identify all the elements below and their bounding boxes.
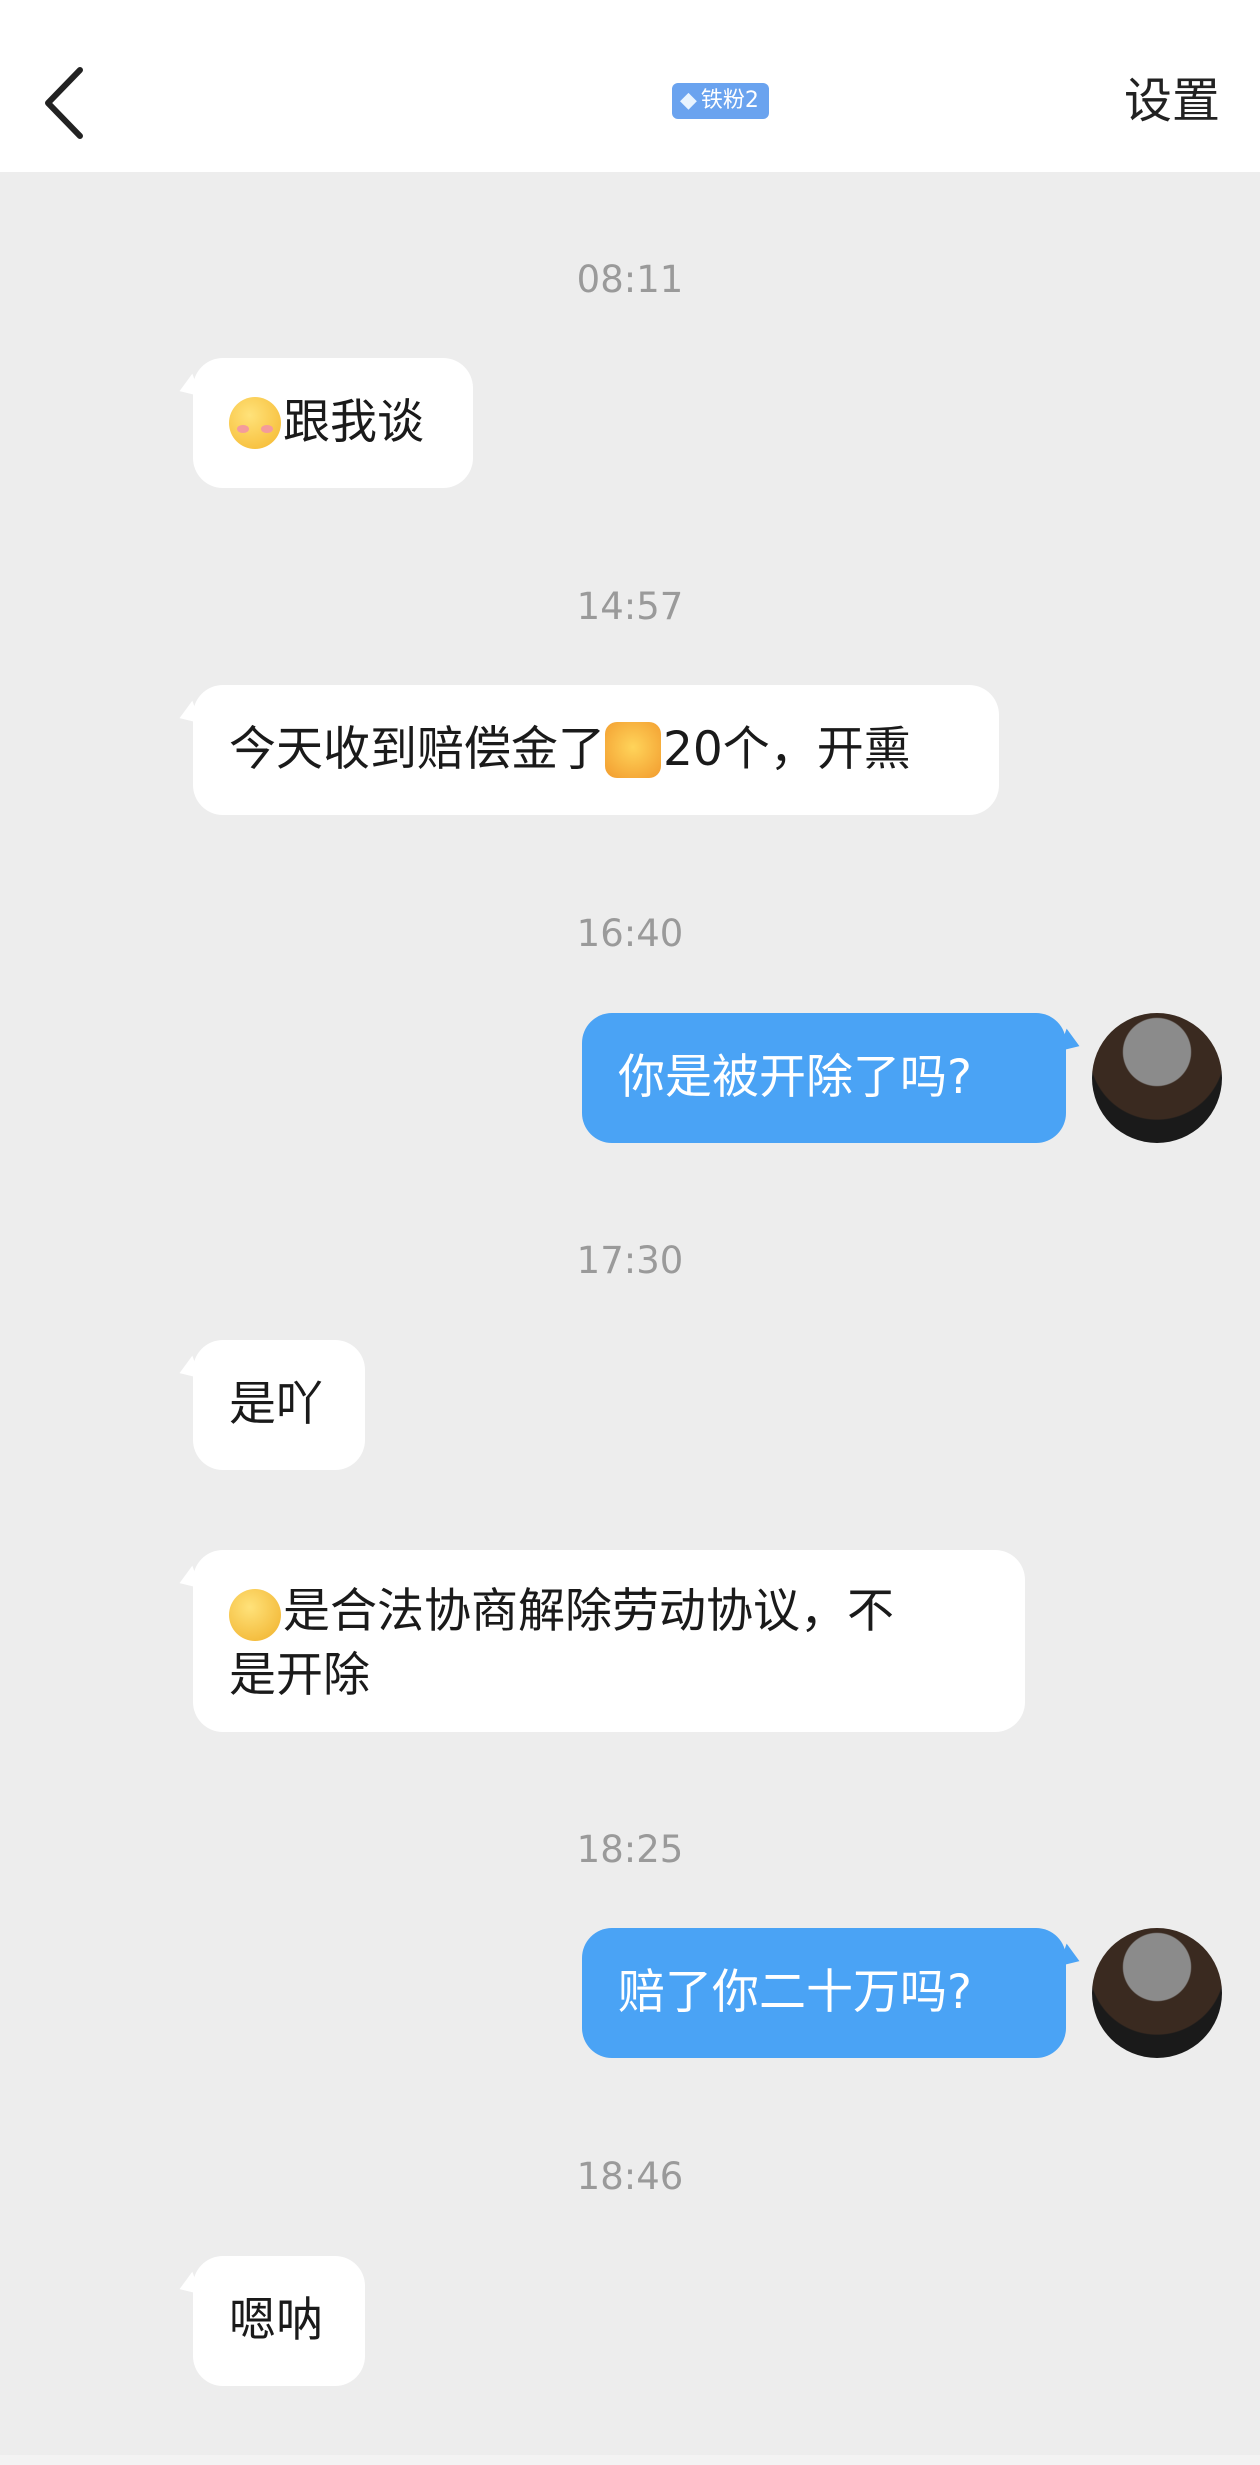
user-avatar[interactable] — [1092, 1928, 1222, 2058]
back-button[interactable] — [30, 58, 100, 148]
message-timestamp: 16:40 — [576, 912, 684, 955]
message-text: 赔了你二十万吗? — [618, 1965, 972, 2020]
message-text-line: 是合法协商解除劳动协议，不 — [229, 1580, 894, 1644]
incoming-message-bubble[interactable]: 是吖 — [193, 1340, 365, 1470]
diamond-icon: ◆ — [680, 88, 697, 113]
chat-header: ◆ 铁粉2 设置 — [0, 0, 1260, 172]
settings-button[interactable]: 设置 — [1124, 66, 1220, 136]
message-timestamp: 18:46 — [576, 2155, 684, 2198]
fan-badge-label: 铁粉2 — [700, 88, 759, 113]
message-text: 今天收到赔偿金了 — [229, 722, 605, 777]
incoming-message-bubble[interactable]: 跟我谈 — [193, 358, 473, 488]
message-timestamp: 18:25 — [576, 1828, 684, 1871]
message-text: 跟我谈 — [283, 395, 424, 450]
incoming-message-bubble[interactable]: 是合法协商解除劳动协议，不 是开除 — [193, 1550, 1025, 1732]
message-timestamp: 14:57 — [576, 585, 684, 628]
message-timestamp: 17:30 — [576, 1239, 684, 1282]
message-text: 你是被开除了吗? — [618, 1050, 972, 1105]
smile-blush-emoji-icon — [229, 397, 281, 449]
message-text: 嗯呐 — [229, 2293, 323, 2348]
fan-level-badge: ◆ 铁粉2 — [672, 83, 769, 119]
user-avatar[interactable] — [1092, 1013, 1222, 1143]
outgoing-message-bubble[interactable]: 你是被开除了吗? — [582, 1013, 1066, 1143]
incoming-message-bubble[interactable]: 今天收到赔偿金了 20个，开熏 — [193, 685, 999, 815]
chevron-left-icon — [45, 67, 83, 139]
cat-emoji-icon — [605, 722, 661, 778]
message-text: 20个，开熏 — [663, 722, 911, 777]
outgoing-message-bubble[interactable]: 赔了你二十万吗? — [582, 1928, 1066, 2058]
message-text: 是合法协商解除劳动协议，不 — [283, 1584, 894, 1639]
bottom-strip — [0, 2455, 1260, 2465]
thinking-emoji-icon — [229, 1588, 281, 1641]
message-timestamp: 08:11 — [576, 258, 684, 301]
incoming-message-bubble[interactable]: 嗯呐 — [193, 2256, 365, 2386]
message-text-line: 是开除 — [229, 1648, 370, 1703]
message-text: 是吖 — [229, 1377, 323, 1432]
